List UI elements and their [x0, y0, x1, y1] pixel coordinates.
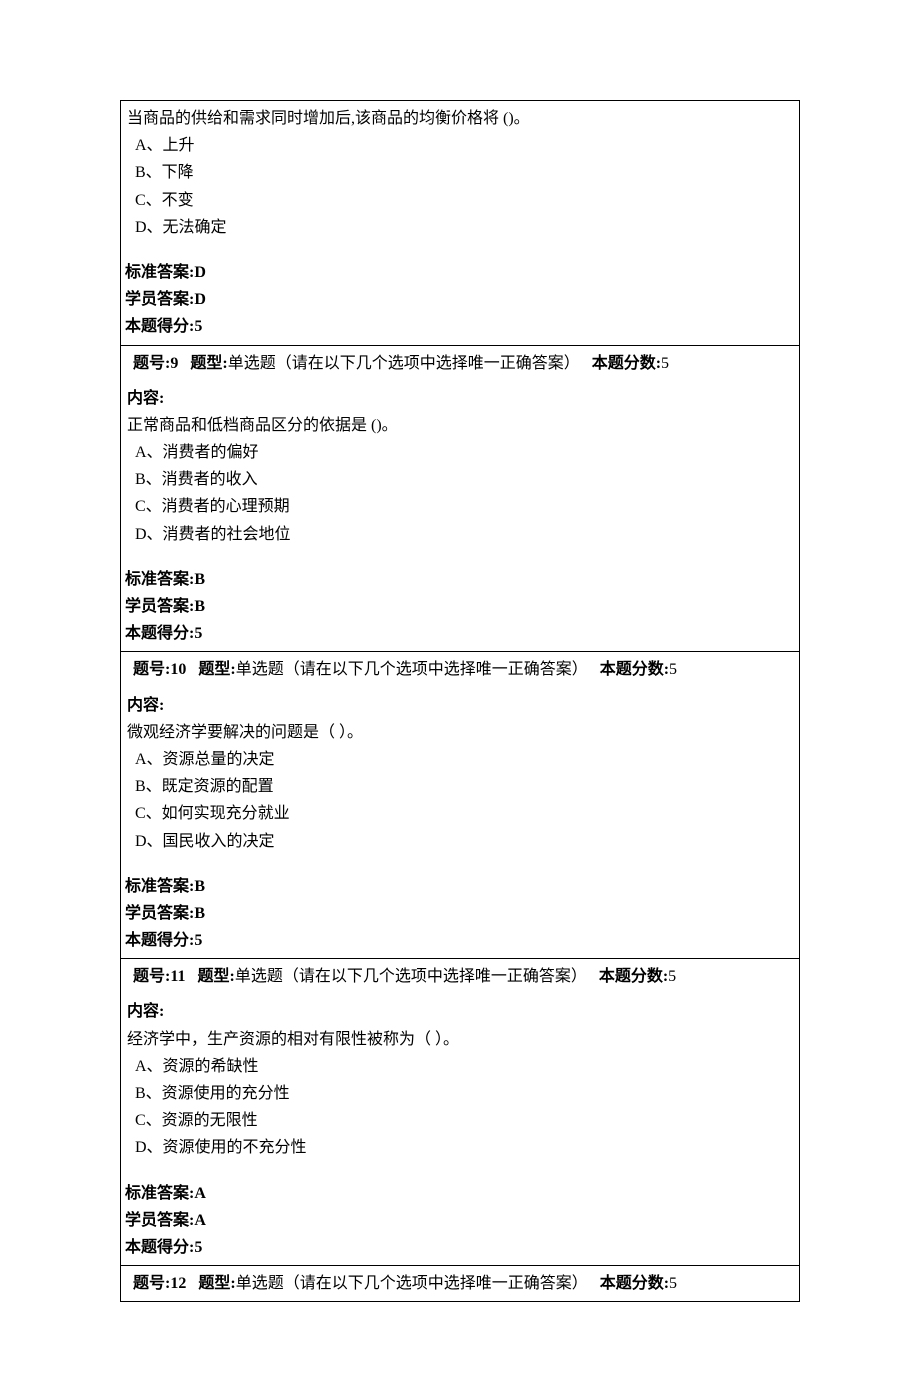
earned-score-line: 本题得分:5	[125, 927, 795, 954]
standard-answer-value: B	[194, 571, 205, 588]
question-score-label: 本题分数:	[600, 661, 669, 678]
question-score-value: 5	[669, 661, 677, 678]
standard-answer-line: 标准答案:B	[125, 873, 795, 900]
question-type-label: 题型:	[198, 1275, 235, 1292]
student-answer-label: 学员答案:	[125, 291, 194, 308]
question-type-label: 题型:	[197, 968, 234, 985]
question-type-value: 单选题（请在以下几个选项中选择唯一正确答案）	[235, 968, 587, 985]
question-stem: 微观经济学要解决的问题是（ ）。	[125, 719, 795, 746]
student-answer-line: 学员答案:D	[125, 286, 795, 313]
option-a: A、消费者的偏好	[125, 439, 795, 466]
option-b: B、既定资源的配置	[125, 773, 795, 800]
question-no-label: 题号:	[133, 661, 170, 678]
option-b: B、消费者的收入	[125, 466, 795, 493]
question-score-value: 5	[668, 968, 676, 985]
earned-score-label: 本题得分:	[125, 932, 194, 949]
standard-answer-value: B	[194, 878, 205, 895]
question-score-value: 5	[661, 355, 669, 372]
question-type-value: 单选题（请在以下几个选项中选择唯一正确答案）	[228, 355, 580, 372]
standard-answer-label: 标准答案:	[125, 878, 194, 895]
standard-answer-value: A	[194, 1185, 206, 1202]
question-block-10: 内容: 微观经济学要解决的问题是（ ）。 A、资源总量的决定 B、既定资源的配置…	[121, 688, 799, 960]
option-c: C、如何实现充分就业	[125, 800, 795, 827]
question-score-value: 5	[669, 1275, 677, 1292]
earned-score-value: 5	[194, 932, 202, 949]
question-stem: 当商品的供给和需求同时增加后,该商品的均衡价格将 ()。	[125, 105, 795, 132]
student-answer-line: 学员答案:B	[125, 593, 795, 620]
earned-score-line: 本题得分:5	[125, 1234, 795, 1261]
question-no-value: 10	[170, 661, 186, 678]
student-answer-value: D	[194, 291, 206, 308]
question-no-label: 题号:	[133, 355, 170, 372]
question-block-9: 内容: 正常商品和低档商品区分的依据是 ()。 A、消费者的偏好 B、消费者的收…	[121, 381, 799, 653]
option-c: C、不变	[125, 187, 795, 214]
question-score-label: 本题分数:	[599, 968, 668, 985]
question-no-label: 题号:	[133, 1275, 170, 1292]
option-c: C、消费者的心理预期	[125, 493, 795, 520]
student-answer-label: 学员答案:	[125, 905, 194, 922]
content-label: 内容:	[125, 998, 795, 1025]
standard-answer-value: D	[194, 264, 206, 281]
standard-answer-label: 标准答案:	[125, 571, 194, 588]
student-answer-label: 学员答案:	[125, 1212, 194, 1229]
question-type-label: 题型:	[190, 355, 227, 372]
earned-score-label: 本题得分:	[125, 625, 194, 642]
question-header-11: 题号:11 题型:单选题（请在以下几个选项中选择唯一正确答案） 本题分数:5	[121, 959, 799, 994]
option-b: B、资源使用的充分性	[125, 1080, 795, 1107]
student-answer-line: 学员答案:A	[125, 1207, 795, 1234]
standard-answer-line: 标准答案:A	[125, 1180, 795, 1207]
option-d: D、消费者的社会地位	[125, 521, 795, 548]
question-no-value: 11	[170, 968, 185, 985]
question-block-11: 内容: 经济学中，生产资源的相对有限性被称为（ ）。 A、资源的希缺性 B、资源…	[121, 994, 799, 1266]
earned-score-label: 本题得分:	[125, 1239, 194, 1256]
question-header-10: 题号:10 题型:单选题（请在以下几个选项中选择唯一正确答案） 本题分数:5	[121, 652, 799, 687]
earned-score-value: 5	[194, 318, 202, 335]
student-answer-line: 学员答案:B	[125, 900, 795, 927]
question-header-9: 题号:9 题型:单选题（请在以下几个选项中选择唯一正确答案） 本题分数:5	[121, 346, 799, 381]
question-stem: 经济学中，生产资源的相对有限性被称为（ ）。	[125, 1026, 795, 1053]
option-a: A、资源的希缺性	[125, 1053, 795, 1080]
earned-score-value: 5	[194, 1239, 202, 1256]
option-b: B、下降	[125, 159, 795, 186]
option-a: A、资源总量的决定	[125, 746, 795, 773]
content-label: 内容:	[125, 385, 795, 412]
question-type-value: 单选题（请在以下几个选项中选择唯一正确答案）	[236, 1275, 588, 1292]
earned-score-value: 5	[194, 625, 202, 642]
student-answer-label: 学员答案:	[125, 598, 194, 615]
question-block-first: 当商品的供给和需求同时增加后,该商品的均衡价格将 ()。 A、上升 B、下降 C…	[121, 100, 799, 346]
question-no-label: 题号:	[133, 968, 170, 985]
question-type-label: 题型:	[198, 661, 235, 678]
earned-score-label: 本题得分:	[125, 318, 194, 335]
option-d: D、国民收入的决定	[125, 828, 795, 855]
option-d: D、资源使用的不充分性	[125, 1134, 795, 1161]
earned-score-line: 本题得分:5	[125, 620, 795, 647]
student-answer-value: B	[194, 598, 205, 615]
question-stem: 正常商品和低档商品区分的依据是 ()。	[125, 412, 795, 439]
question-no-value: 9	[170, 355, 178, 372]
student-answer-value: B	[194, 905, 205, 922]
question-no-value: 12	[170, 1275, 186, 1292]
question-type-value: 单选题（请在以下几个选项中选择唯一正确答案）	[236, 661, 588, 678]
standard-answer-line: 标准答案:B	[125, 566, 795, 593]
standard-answer-line: 标准答案:D	[125, 259, 795, 286]
option-d: D、无法确定	[125, 214, 795, 241]
standard-answer-label: 标准答案:	[125, 1185, 194, 1202]
option-c: C、资源的无限性	[125, 1107, 795, 1134]
standard-answer-label: 标准答案:	[125, 264, 194, 281]
question-score-label: 本题分数:	[592, 355, 661, 372]
question-score-label: 本题分数:	[600, 1275, 669, 1292]
student-answer-value: A	[194, 1212, 206, 1229]
content-label: 内容:	[125, 692, 795, 719]
question-header-12: 题号:12 题型:单选题（请在以下几个选项中选择唯一正确答案） 本题分数:5	[121, 1266, 799, 1302]
option-a: A、上升	[125, 132, 795, 159]
earned-score-line: 本题得分:5	[125, 313, 795, 340]
